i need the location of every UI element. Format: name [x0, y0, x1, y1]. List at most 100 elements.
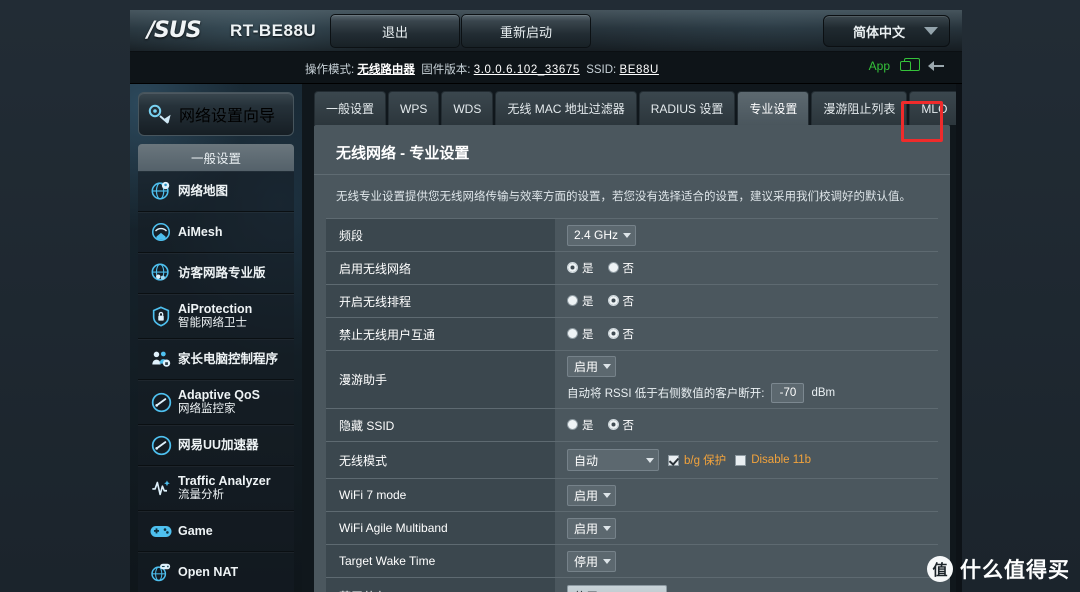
band-select-value: 2.4 GHz [574, 228, 619, 242]
sidebar-menu-list: 网络地图 AiMesh 访客网路专业版 AiProtection 智能网络卫士 … [138, 171, 294, 592]
sidebar-item-game[interactable]: Game [138, 511, 294, 552]
tab-wps[interactable]: WPS [388, 91, 440, 125]
enable-wireless-yes[interactable]: 是 [567, 260, 594, 276]
sidebar-item-uu-accelerator-label: 网易UU加速器 [178, 437, 259, 452]
traffic-analyzer-icon [144, 477, 178, 499]
table-row: 无线模式 自动 b/g 保护 Disable 11b [326, 441, 938, 479]
target-wake-time-select[interactable]: 停用 [567, 550, 617, 572]
sidebar-item-aiprotection[interactable]: AiProtection 智能网络卫士 [138, 294, 294, 339]
tab-mac-filter[interactable]: 无线 MAC 地址过滤器 [495, 91, 637, 125]
sidebar-item-guest-network-label: 访客网路专业版 [178, 265, 266, 280]
sidebar-item-traffic-analyzer[interactable]: Traffic Analyzer 流量分析 [138, 466, 294, 511]
app-link[interactable]: App [869, 59, 890, 73]
page-background: /SUS RT-BE88U 退出 重新启动 简体中文 操作模式: 无线路由器 固… [0, 0, 1080, 592]
info-strip: 操作模式: 无线路由器 固件版本: 3.0.0.6.102_33675 SSID… [130, 52, 962, 84]
radio-label: 否 [622, 262, 635, 275]
hide-ssid-yes[interactable]: 是 [567, 417, 594, 433]
row-label-hide-ssid: 隐藏 SSID [326, 408, 555, 442]
bg-protection-label: b/g 保护 [684, 455, 727, 467]
radio-label: 否 [622, 295, 635, 308]
radio-indicator [567, 328, 578, 340]
traffic-line1: Traffic Analyzer [178, 474, 271, 489]
qos-line2: 网络监控家 [178, 402, 236, 415]
sidebar-item-network-map[interactable]: 网络地图 [138, 171, 294, 212]
table-row: 漫游助手 启用 自动将 RSSI 低于右侧数值的客户断开: -70 dBm [326, 350, 938, 409]
enable-wireless-no[interactable]: 否 [607, 260, 635, 276]
agile-multiband-value: 启用 [574, 521, 599, 536]
wireless-schedule-radio-group: 是 否 [567, 293, 634, 309]
hide-ssid-radio-group: 是 否 [567, 417, 634, 433]
radio-indicator [607, 262, 619, 274]
ap-isolated-yes[interactable]: 是 [567, 326, 594, 342]
bg-protection-checkbox[interactable]: b/g 保护 [668, 452, 726, 468]
page-description: 无线专业设置提供您无线网络传输与效率方面的设置，若您没有选择适合的设置，建议采用… [336, 191, 911, 203]
sidebar-item-game-label: Game [178, 523, 213, 538]
firmware-value: 3.0.0.6.102_33675 [473, 64, 580, 76]
monitor-icon[interactable] [900, 58, 920, 74]
language-selector[interactable]: 简体中文 [823, 15, 950, 47]
sidebar: 网络设置向导 一般设置 网络地图 AiMesh 访客网路专业版 AiProtec… [130, 84, 302, 592]
tab-bar: 一般设置 WPS WDS 无线 MAC 地址过滤器 RADIUS 设置 专业设置… [302, 84, 962, 125]
row-label-ap-isolated: 禁止无线用户互通 [326, 317, 555, 351]
traffic-line2: 流量分析 [178, 488, 224, 501]
ap-isolated-radio-group: 是 否 [567, 326, 634, 342]
wireless-schedule-no[interactable]: 否 [607, 293, 635, 309]
wireless-schedule-yes[interactable]: 是 [567, 293, 594, 309]
row-label-roaming-assistant: 漫游助手 [326, 350, 555, 409]
target-wake-time-value: 停用 [574, 554, 599, 569]
tab-general[interactable]: 一般设置 [314, 91, 387, 125]
tab-mlo[interactable]: MLO [909, 91, 960, 125]
wifi7-mode-select[interactable]: 启用 [567, 484, 617, 506]
sidebar-item-open-nat-label: Open NAT [178, 564, 239, 579]
usb-icon[interactable] [928, 59, 946, 73]
table-row: 开启无线排程 是 否 [326, 284, 938, 318]
disable-11b-checkbox[interactable]: Disable 11b [735, 454, 811, 466]
sidebar-item-setup-wizard[interactable]: 网络设置向导 [138, 92, 294, 136]
row-label-agile-multiband: WiFi Agile Multiband [326, 511, 555, 545]
language-selector-label: 简体中文 [852, 24, 905, 40]
wireless-mode-select[interactable]: 自动 [567, 449, 659, 471]
rssi-threshold-input[interactable]: -70 [771, 383, 805, 403]
scrollbar[interactable] [956, 84, 962, 592]
page-title: 无线网络 - 专业设置 [314, 125, 950, 175]
table-row: WiFi 7 mode 启用 [326, 478, 938, 512]
band-select[interactable]: 2.4 GHz [567, 224, 637, 246]
agile-multiband-select[interactable]: 启用 [567, 517, 617, 539]
sidebar-item-adaptive-qos[interactable]: Adaptive QoS 网络监控家 [138, 380, 294, 425]
sidebar-item-guest-network[interactable]: 访客网路专业版 [138, 253, 294, 294]
chevron-down-icon [603, 558, 612, 564]
table-row: 启用无线网络 是 否 [326, 251, 938, 285]
guest-network-icon [144, 262, 178, 284]
checkbox-indicator [735, 454, 747, 466]
router-admin-window: /SUS RT-BE88U 退出 重新启动 简体中文 操作模式: 无线路由器 固… [130, 10, 962, 592]
enable-wireless-radio-group: 是 否 [567, 260, 634, 276]
tab-roaming-block-list[interactable]: 漫游阻止列表 [811, 91, 908, 125]
sidebar-item-uu-accelerator[interactable]: 网易UU加速器 [138, 425, 294, 466]
tab-professional[interactable]: 专业设置 [737, 91, 810, 125]
table-row: 禁止无线用户互通 是 否 [326, 317, 938, 351]
bluetooth-coexistence-select[interactable]: 停用 [567, 584, 667, 592]
reboot-button[interactable]: 重新启动 [461, 14, 591, 48]
roaming-assistant-select[interactable]: 启用 [567, 356, 617, 377]
row-label-band: 频段 [326, 218, 555, 252]
sidebar-item-parental-control[interactable]: 家长电脑控制程序 [138, 339, 294, 380]
wifi7-mode-value: 启用 [574, 488, 599, 503]
radio-label: 是 [582, 262, 594, 275]
aimesh-icon [144, 221, 178, 243]
logout-button[interactable]: 退出 [330, 14, 460, 48]
chevron-down-icon [623, 232, 632, 238]
sidebar-item-aimesh[interactable]: AiMesh [138, 212, 294, 253]
ap-isolated-no[interactable]: 否 [607, 326, 634, 342]
row-label-enable-wireless: 启用无线网络 [326, 251, 555, 285]
sidebar-item-setup-wizard-label: 网络设置向导 [179, 108, 276, 125]
hide-ssid-no[interactable]: 否 [607, 417, 634, 433]
tab-wds[interactable]: WDS [441, 91, 494, 125]
sidebar-item-open-nat[interactable]: Open NAT [138, 552, 294, 592]
ssid-value: BE88U [619, 64, 659, 76]
open-nat-icon [144, 561, 178, 583]
row-label-bluetooth-coexistence: 蓝牙共存 [326, 577, 555, 592]
tab-radius[interactable]: RADIUS 设置 [638, 91, 736, 125]
gamepad-icon [144, 521, 178, 541]
checkbox-indicator [668, 454, 679, 466]
operation-mode-value: 无线路由器 [357, 64, 415, 76]
